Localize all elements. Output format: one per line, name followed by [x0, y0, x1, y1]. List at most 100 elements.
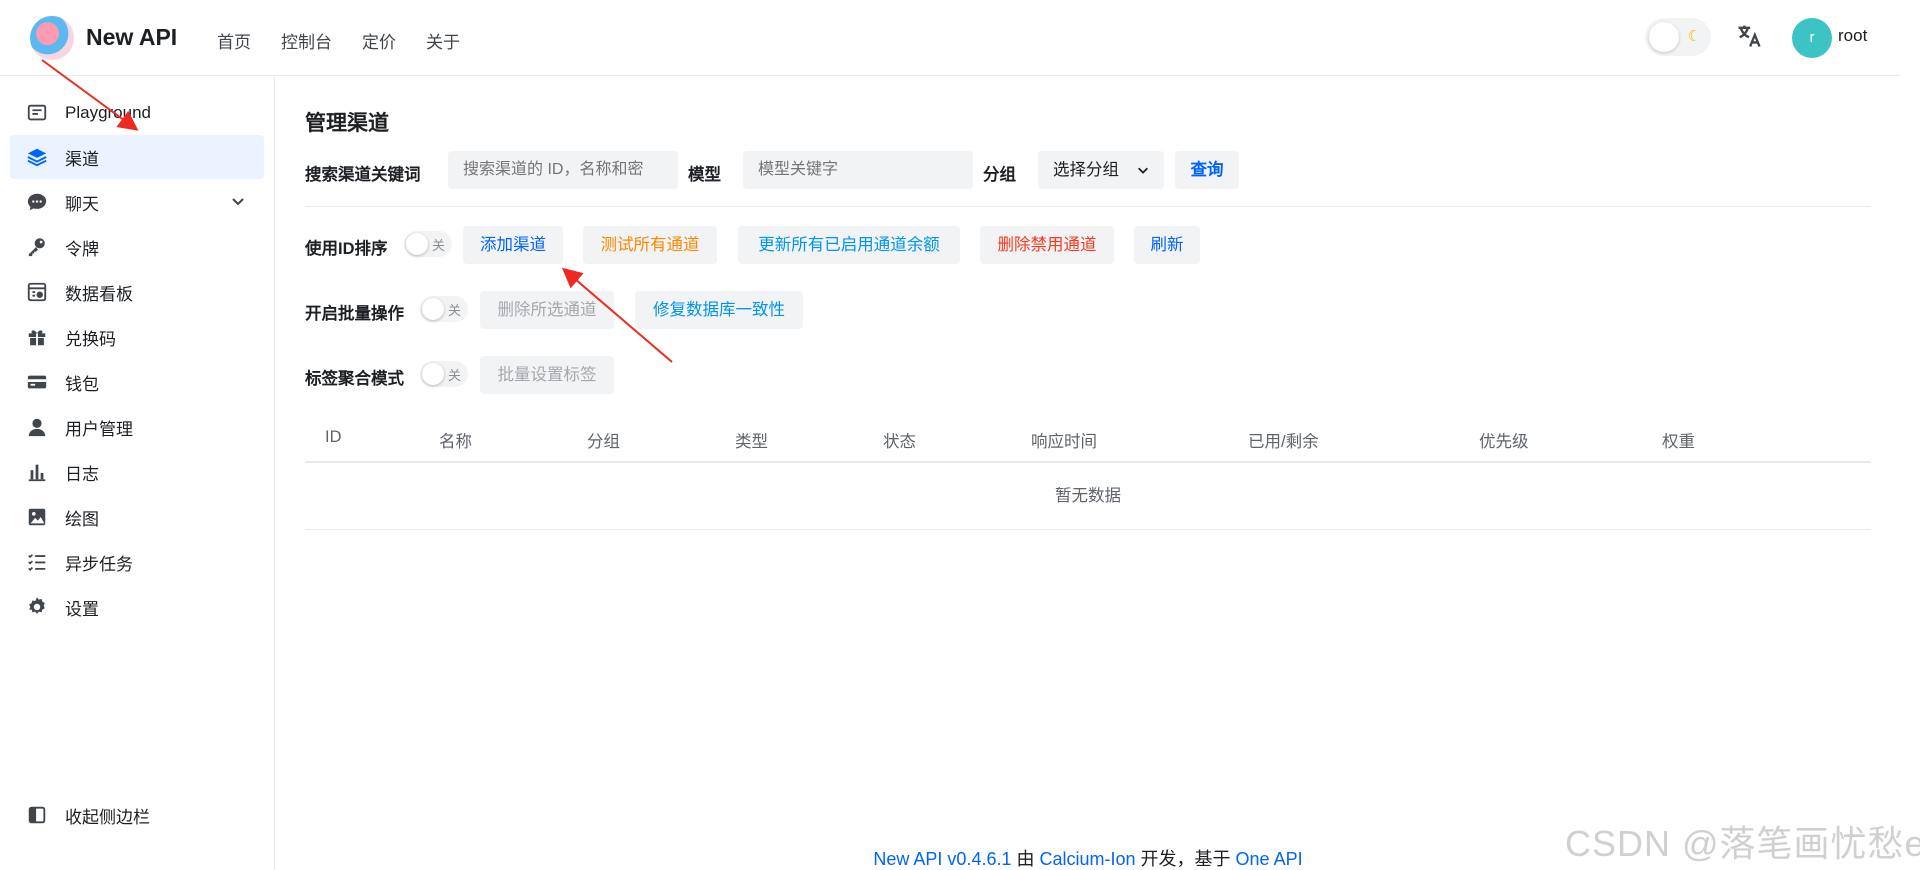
table-header-type[interactable]: 类型 — [735, 428, 768, 452]
table-header-used-remaining[interactable]: 已用/剩余 — [1248, 428, 1319, 452]
nav-console[interactable]: 控制台 — [281, 28, 332, 53]
group-label: 分组 — [983, 166, 1016, 184]
test-all-channels-button[interactable]: 测试所有通道 — [583, 226, 717, 264]
footer-oneapi-link[interactable]: One API — [1236, 849, 1303, 869]
username[interactable]: root — [1838, 26, 1867, 46]
wallet-icon — [27, 375, 47, 389]
sort-by-id-label: 使用ID排序 — [305, 240, 388, 258]
sidebar-item-label: 日志 — [65, 464, 99, 484]
table-header-weight[interactable]: 权重 — [1662, 428, 1695, 452]
sidebar-item-channels[interactable]: 渠道 — [10, 135, 264, 179]
sidebar-item-users[interactable]: 用户管理 — [10, 405, 264, 449]
model-label: 模型 — [688, 166, 721, 184]
sidebar: Playground 渠道 聊天 令牌 数据看板 兑换码 钱包 用户管理 日志 … — [0, 77, 275, 870]
delete-disabled-button[interactable]: 删除禁用通道 — [980, 226, 1114, 264]
sidebar-item-redeem[interactable]: 兑换码 — [10, 315, 264, 359]
table-header-name[interactable]: 名称 — [439, 428, 472, 452]
sidebar-item-label: 数据看板 — [65, 284, 133, 304]
sidebar-item-playground[interactable]: Playground — [10, 91, 264, 135]
layers-icon — [27, 148, 47, 167]
sidebar-item-label: 令牌 — [65, 239, 99, 259]
model-search-input[interactable] — [743, 151, 973, 189]
table-header-status[interactable]: 状态 — [883, 428, 916, 452]
divider — [305, 206, 1871, 207]
table-header-group[interactable]: 分组 — [587, 428, 620, 452]
query-button[interactable]: 查询 — [1175, 151, 1239, 189]
page-title: 管理渠道 — [305, 112, 389, 135]
table-header-border — [305, 461, 1871, 463]
delete-selected-button[interactable]: 删除所选通道 — [480, 291, 614, 329]
sidebar-item-label: Playground — [65, 103, 152, 122]
nav-home[interactable]: 首页 — [217, 28, 251, 53]
table-header-id[interactable]: ID — [325, 428, 342, 447]
footer-text: 开发，基于 — [1135, 849, 1236, 869]
sidebar-item-dashboard[interactable]: 数据看板 — [10, 270, 264, 314]
sidebar-item-tasks[interactable]: 异步任务 — [10, 540, 264, 584]
nav-pricing[interactable]: 定价 — [362, 28, 396, 53]
batch-ops-switch[interactable]: 关 — [420, 296, 468, 322]
sidebar-item-chat[interactable]: 聊天 — [10, 180, 264, 224]
sidebar-item-label: 渠道 — [65, 149, 99, 169]
user-icon — [28, 418, 46, 437]
gift-icon — [28, 330, 46, 346]
sidebar-item-label: 聊天 — [65, 194, 99, 214]
app-logo[interactable] — [30, 16, 74, 60]
sidebar-item-label: 设置 — [65, 599, 99, 619]
switch-knob — [422, 298, 444, 320]
sidebar-collapse-button[interactable]: 收起侧边栏 — [10, 793, 264, 837]
sidebar-collapse-label: 收起侧边栏 — [65, 807, 150, 827]
sidebar-item-label: 用户管理 — [65, 419, 133, 439]
chevron-down-icon — [1138, 167, 1148, 174]
top-header: New API 首页 控制台 定价 关于 ☾ r root — [0, 0, 1900, 76]
sidebar-item-settings[interactable]: 设置 — [10, 585, 264, 629]
main-content: 管理渠道 搜索渠道关键词 模型 分组 选择分组 查询 使用ID排序 关 添加渠道… — [276, 77, 1900, 870]
translate-icon[interactable] — [1735, 22, 1763, 50]
gear-icon — [29, 597, 45, 614]
switch-off-text: 关 — [447, 368, 461, 383]
chevron-down-icon[interactable] — [230, 193, 246, 209]
key-icon — [28, 238, 45, 257]
switch-knob — [422, 363, 444, 385]
tag-mode-label: 标签聚合模式 — [305, 370, 404, 388]
switch-knob — [406, 233, 428, 255]
fix-db-consistency-button[interactable]: 修复数据库一致性 — [635, 291, 803, 329]
watermark: CSDN @落笔画忧愁e — [1565, 823, 1920, 864]
sort-by-id-switch[interactable]: 关 — [404, 231, 452, 257]
table-empty-state: 暂无数据 — [305, 464, 1871, 530]
refresh-button[interactable]: 刷新 — [1134, 226, 1200, 264]
bar-chart-icon — [28, 464, 46, 482]
top-nav: 首页 控制台 定价 关于 — [217, 28, 460, 53]
add-channel-button[interactable]: 添加渠道 — [463, 226, 563, 264]
sidebar-item-logs[interactable]: 日志 — [10, 450, 264, 494]
footer-text: 由 — [1011, 849, 1040, 869]
sidebar-item-label: 绘图 — [65, 509, 99, 529]
dashboard-icon — [27, 282, 47, 302]
group-select[interactable]: 选择分组 — [1038, 151, 1164, 189]
avatar[interactable]: r — [1792, 18, 1832, 58]
nav-about[interactable]: 关于 — [426, 28, 460, 53]
image-icon — [28, 508, 46, 526]
switch-off-text: 关 — [431, 238, 445, 253]
sidebar-item-label: 钱包 — [65, 374, 99, 394]
tag-mode-switch[interactable]: 关 — [420, 361, 468, 387]
sidebar-item-wallet[interactable]: 钱包 — [10, 360, 264, 404]
table-header-priority[interactable]: 优先级 — [1479, 428, 1529, 452]
moon-icon: ☾ — [1687, 28, 1701, 45]
sidebar-item-tokens[interactable]: 令牌 — [10, 225, 264, 269]
theme-toggle[interactable]: ☾ — [1645, 18, 1711, 56]
sidebar-item-label: 异步任务 — [65, 554, 133, 574]
keyword-search-input[interactable] — [448, 151, 678, 189]
batch-set-tags-button[interactable]: 批量设置标签 — [480, 356, 614, 394]
group-select-value: 选择分组 — [1053, 161, 1119, 179]
keyword-label: 搜索渠道关键词 — [305, 166, 421, 184]
sidebar-item-drawing[interactable]: 绘图 — [10, 495, 264, 539]
footer-author-link[interactable]: Calcium-Ion — [1040, 849, 1136, 869]
task-list-icon — [28, 554, 46, 571]
update-balances-button[interactable]: 更新所有已启用通道余额 — [738, 226, 960, 264]
switch-off-text: 关 — [447, 303, 461, 318]
footer-version-link[interactable]: New API v0.4.6.1 — [873, 849, 1011, 869]
chat-icon — [27, 193, 47, 211]
sidebar-collapse-icon — [28, 806, 46, 824]
app-name[interactable]: New API — [86, 24, 177, 51]
table-header-response-time[interactable]: 响应时间 — [1031, 428, 1097, 452]
